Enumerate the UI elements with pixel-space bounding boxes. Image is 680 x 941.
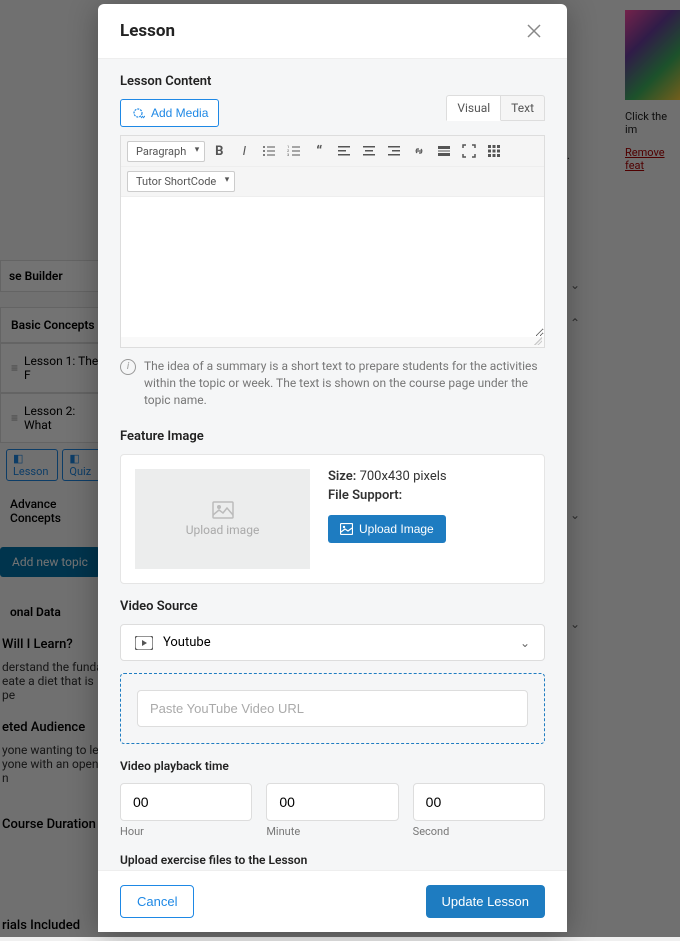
numbered-list-button[interactable]: 123 <box>283 140 305 162</box>
svg-text:3: 3 <box>287 152 289 157</box>
italic-button[interactable]: I <box>233 140 255 162</box>
upload-image-button[interactable]: Upload Image <box>328 515 446 543</box>
align-left-icon <box>337 144 351 158</box>
editor-toolbar-row-2: Tutor ShortCode <box>121 167 544 197</box>
youtube-icon <box>135 636 153 650</box>
size-label: Size: <box>328 469 356 484</box>
size-value: 700x430 pixels <box>360 469 447 484</box>
minute-label: Minute <box>266 825 398 838</box>
lesson-content-label: Lesson Content <box>98 59 567 99</box>
lesson-modal: Lesson Lesson Content Visual Text Add Me… <box>98 4 567 932</box>
image-icon <box>212 501 234 519</box>
add-media-button[interactable]: Add Media <box>120 99 219 127</box>
image-upload-icon <box>340 523 353 535</box>
modal-header: Lesson <box>98 4 567 59</box>
second-label: Second <box>413 825 545 838</box>
video-source-label: Video Source <box>98 584 567 624</box>
playback-time-row: Hour Minute Second <box>120 783 545 838</box>
resize-handle[interactable] <box>121 337 544 347</box>
second-input[interactable] <box>413 783 545 821</box>
video-url-box <box>120 673 545 744</box>
fullscreen-icon <box>462 144 476 158</box>
readmore-icon <box>437 144 451 158</box>
numbered-list-icon: 123 <box>287 144 301 158</box>
bullet-list-button[interactable] <box>258 140 280 162</box>
modal-title: Lesson <box>120 21 175 41</box>
format-select[interactable]: Paragraph <box>127 141 205 162</box>
content-textarea[interactable] <box>121 197 544 337</box>
content-help-text: The idea of a summary is a short text to… <box>144 358 545 408</box>
shortcode-select[interactable]: Tutor ShortCode <box>127 171 235 192</box>
editor-toolbar-row-1: Paragraph B I 123 “ <box>121 136 544 167</box>
align-center-button[interactable] <box>358 140 380 162</box>
tab-text[interactable]: Text <box>501 95 545 121</box>
modal-body: Lesson Content Visual Text Add Media Par… <box>98 59 567 870</box>
chevron-down-icon: ⌄ <box>520 636 530 650</box>
info-icon: i <box>120 359 136 375</box>
placeholder-text: Upload image <box>186 523 260 537</box>
close-button[interactable] <box>523 20 545 42</box>
bold-button[interactable]: B <box>208 140 230 162</box>
video-source-select[interactable]: Youtube ⌄ <box>120 624 545 661</box>
feature-image-label: Feature Image <box>98 414 567 454</box>
add-media-label: Add Media <box>151 106 208 120</box>
toolbar-toggle-icon <box>487 144 501 158</box>
align-center-icon <box>362 144 376 158</box>
video-source-value: Youtube <box>163 635 211 650</box>
close-icon <box>527 24 541 38</box>
link-icon <box>412 144 426 158</box>
content-help-row: i The idea of a summary is a short text … <box>98 348 567 414</box>
align-right-button[interactable] <box>383 140 405 162</box>
fullscreen-button[interactable] <box>458 140 480 162</box>
upload-image-label: Upload Image <box>359 522 434 536</box>
tab-visual[interactable]: Visual <box>446 95 501 121</box>
bullet-list-icon <box>262 144 276 158</box>
feature-image-card: Upload image Size: 700x430 pixels File S… <box>120 454 545 584</box>
playback-time-label: Video playback time <box>98 744 567 783</box>
toolbar-toggle-button[interactable] <box>483 140 505 162</box>
hour-input[interactable] <box>120 783 252 821</box>
align-left-button[interactable] <box>333 140 355 162</box>
rich-text-editor: Paragraph B I 123 “ <box>120 135 545 348</box>
blockquote-button[interactable]: “ <box>308 140 330 162</box>
modal-footer: Cancel Update Lesson <box>98 870 567 932</box>
support-label: File Support: <box>328 488 402 503</box>
cancel-button[interactable]: Cancel <box>120 885 194 918</box>
hour-label: Hour <box>120 825 252 838</box>
media-icon <box>131 106 145 120</box>
update-lesson-button[interactable]: Update Lesson <box>426 885 545 918</box>
link-button[interactable] <box>408 140 430 162</box>
image-meta: Size: 700x430 pixels File Support: Uploa… <box>328 469 530 543</box>
align-right-icon <box>387 144 401 158</box>
exercise-files-label: Upload exercise files to the Lesson <box>98 838 567 870</box>
minute-input[interactable] <box>266 783 398 821</box>
video-url-input[interactable] <box>137 690 528 727</box>
image-upload-placeholder[interactable]: Upload image <box>135 469 310 569</box>
readmore-button[interactable] <box>433 140 455 162</box>
